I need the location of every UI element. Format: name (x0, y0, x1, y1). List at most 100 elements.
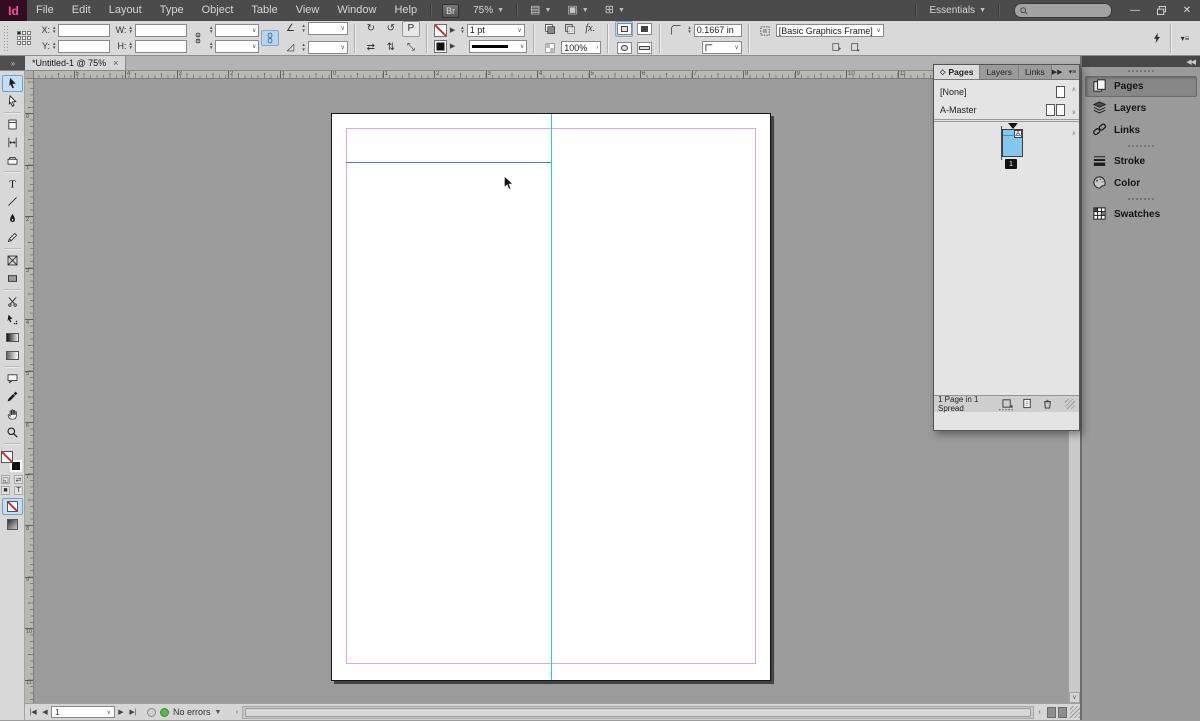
gradient-feather-tool[interactable] (2, 347, 23, 364)
panel-tab-links[interactable]: Links (1019, 65, 1052, 79)
content-collector-tool[interactable] (2, 152, 23, 169)
no-text-wrap-button[interactable] (615, 21, 633, 37)
scroll-down-icon[interactable]: ∨ (1069, 692, 1080, 703)
default-fill-stroke-icon[interactable]: ◱ (1, 475, 10, 484)
swap-fill-stroke-icon[interactable]: ⇄ (14, 475, 23, 484)
break-link-to-style-icon[interactable] (832, 42, 842, 54)
zoom-tool[interactable] (2, 424, 23, 441)
page-tool[interactable] (2, 116, 23, 133)
menu-file[interactable]: File (27, 0, 63, 21)
horizontal-scrollbar[interactable]: ‹ › (231, 704, 1080, 721)
y-stepper[interactable]: ▲▼ (52, 42, 56, 51)
bridge-button[interactable]: Br (442, 4, 459, 18)
vertical-ruler[interactable]: 0 1 2 3 4 5 6 7 8 9 10 11 (25, 79, 34, 703)
dock-button-color[interactable]: Color (1085, 173, 1197, 194)
y-field[interactable] (58, 40, 110, 53)
menu-edit[interactable]: Edit (63, 0, 100, 21)
restore-button[interactable] (1148, 0, 1174, 21)
page-number-badge[interactable]: 1 (1005, 159, 1017, 169)
w-stepper[interactable]: ▲▼ (128, 26, 132, 35)
scale-y-field[interactable]: ∨ (215, 40, 259, 53)
scissors-tool[interactable] (2, 293, 23, 310)
window-resize-grip[interactable] (1070, 706, 1080, 718)
pencil-tool[interactable] (2, 229, 23, 246)
fill-proxy-swatch[interactable] (1, 451, 13, 463)
toolbox-collapse-button[interactable]: » (0, 56, 25, 70)
jump-object-button[interactable] (635, 40, 653, 56)
menu-view[interactable]: View (287, 0, 329, 21)
scroll-right-icon[interactable]: › (1034, 709, 1045, 716)
panel-height-grip[interactable]: ••••• (999, 409, 1015, 413)
hand-tool[interactable] (2, 406, 23, 423)
wrap-around-bounding-box-button[interactable] (635, 21, 653, 37)
minimize-button[interactable]: — (1122, 0, 1148, 21)
fill-swatch-arrow-icon[interactable]: ▶ (450, 42, 455, 50)
selected-horizontal-guide[interactable] (346, 162, 551, 163)
shear-stepper[interactable]: ▲▼ (301, 43, 305, 52)
constrain-scale-link-icon[interactable] (261, 30, 279, 46)
rotate-ccw-icon[interactable]: ↺ (382, 21, 400, 37)
corner-shape-dropdown[interactable]: ∨ (702, 41, 742, 54)
ruler-origin-corner[interactable] (25, 71, 34, 79)
menu-object[interactable]: Object (193, 0, 243, 21)
wrap-around-object-button[interactable] (615, 40, 633, 56)
expand-panels-icon[interactable]: ◀◀ (1186, 58, 1195, 66)
dock-header[interactable]: ◀◀ (1082, 56, 1200, 67)
panel-resize-grip[interactable] (1065, 399, 1075, 409)
menu-type[interactable]: Type (151, 0, 193, 21)
stroke-weight-stepper[interactable]: ▲▼ (460, 26, 464, 35)
preflight-area[interactable]: No errors ▼ (147, 707, 221, 717)
collapse-panel-icon[interactable]: ▶▶ (1052, 68, 1063, 76)
dock-button-pages[interactable]: Pages (1085, 76, 1197, 97)
horizontal-scroll-thumb[interactable] (245, 708, 1031, 717)
line-tool[interactable] (2, 193, 23, 210)
corner-radius-stepper[interactable]: ▲▼ (687, 26, 691, 35)
transparency-icon[interactable] (561, 21, 579, 37)
note-tool[interactable] (2, 370, 23, 387)
previous-page-button[interactable]: ◀ (39, 708, 51, 716)
view-options-dropdown[interactable]: ▤ ▼ (522, 5, 559, 16)
eyedropper-tool[interactable] (2, 388, 23, 405)
next-page-button[interactable]: ▶ (115, 708, 127, 716)
menu-help[interactable]: Help (385, 0, 426, 21)
opacity-field[interactable]: 100%› (561, 41, 601, 54)
formatting-affects-text-button[interactable]: T (14, 486, 23, 495)
document-tab[interactable]: *Untitled-1 @ 75% × (25, 56, 126, 70)
frame-tool[interactable] (2, 252, 23, 269)
fill-color-swatch[interactable] (434, 40, 447, 53)
arrange-documents-dropdown[interactable]: ⊞ ▼ (597, 5, 633, 16)
gap-tool[interactable] (2, 134, 23, 151)
masters-scroll-up-icon[interactable]: ∧ (1072, 86, 1076, 93)
stroke-swatch-arrow-icon[interactable]: ▶ (450, 26, 455, 34)
drop-shadow-icon[interactable] (541, 21, 559, 37)
dock-button-layers[interactable]: Layers (1085, 98, 1197, 119)
selection-tool[interactable] (2, 75, 23, 92)
w-field[interactable] (135, 24, 187, 37)
scale-x-field[interactable]: ∨ (215, 24, 259, 37)
h-field[interactable] (135, 40, 187, 53)
panel-tab-layers[interactable]: Layers (980, 65, 1019, 79)
rotation-field[interactable]: ∨ (308, 22, 348, 35)
masters-scroll-down-icon[interactable]: ∨ (1072, 109, 1076, 116)
scale-x-stepper[interactable]: ▲▼ (209, 26, 213, 35)
search-input[interactable] (1031, 5, 1106, 17)
flip-vertical-icon[interactable]: ⇅ (382, 40, 400, 56)
zoom-level-dropdown[interactable]: 75% ▼ (465, 5, 512, 16)
workspace-switcher[interactable]: Essentials ▼ (921, 5, 994, 16)
menu-window[interactable]: Window (328, 0, 385, 21)
master-item[interactable]: A-Master (940, 101, 1065, 119)
menu-table[interactable]: Table (242, 0, 286, 21)
horizontal-scroll-track[interactable] (242, 706, 1034, 719)
scale-y-stepper[interactable]: ▲▼ (209, 42, 213, 51)
x-field[interactable] (58, 24, 110, 37)
apply-gradient-button[interactable] (2, 516, 23, 533)
quick-apply-icon[interactable] (1148, 30, 1166, 46)
search-box[interactable] (1014, 3, 1112, 18)
h-stepper[interactable]: ▲▼ (128, 42, 132, 51)
document-page[interactable] (331, 113, 771, 681)
type-tool[interactable]: T (2, 175, 23, 192)
fill-stroke-proxy[interactable] (1, 451, 23, 473)
apply-none-button[interactable] (2, 498, 23, 515)
gradient-swatch-tool[interactable] (2, 329, 23, 346)
page-thumbnail[interactable]: A (1002, 129, 1023, 157)
